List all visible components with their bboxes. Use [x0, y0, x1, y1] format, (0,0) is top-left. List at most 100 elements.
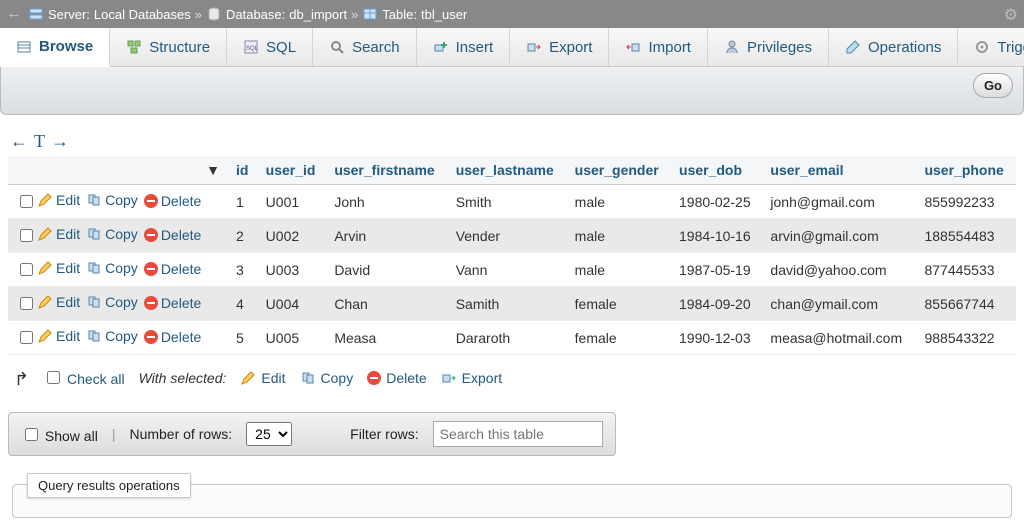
col-user-firstname[interactable]: user_firstname — [326, 156, 447, 185]
copy-icon — [86, 192, 102, 208]
row-actions: Edit Copy Delete — [8, 321, 228, 355]
table-row: EditCopyDelete4U004ChanSamithfemale1984-… — [8, 287, 1016, 321]
cell-lastname: Vann — [448, 253, 567, 287]
check-all[interactable]: Check all — [43, 368, 124, 387]
row-checkbox[interactable] — [20, 229, 33, 242]
row-actions: Edit Copy Delete — [8, 253, 228, 287]
breadcrumb-server[interactable]: Server: Local Databases — [28, 6, 191, 22]
cell-gender: male — [567, 219, 671, 253]
rows-select[interactable]: 25 — [246, 422, 292, 446]
cell-user-id: U002 — [258, 219, 327, 253]
up-arrow-icon: ↳ — [14, 367, 29, 388]
search-icon — [329, 39, 345, 55]
copy-link[interactable]: Copy — [86, 192, 138, 208]
go-button[interactable]: Go — [973, 73, 1013, 98]
text-cursor-icon[interactable]: T — [34, 131, 45, 152]
cell-email: measa@hotmail.com — [762, 321, 916, 355]
tab-structure[interactable]: Structure — [110, 28, 227, 66]
sort-caret-icon[interactable]: ▼ — [206, 162, 220, 178]
breadcrumb-database[interactable]: Database: db_import — [206, 6, 347, 22]
tab-sql[interactable]: SQL SQL — [227, 28, 313, 66]
row-checkbox[interactable] — [20, 263, 33, 276]
tab-export[interactable]: Export — [510, 28, 609, 66]
delete-label: Delete — [161, 227, 201, 243]
delete-link[interactable]: Delete — [144, 193, 201, 209]
breadcrumb-table-label: Table: — [382, 7, 417, 22]
edit-link[interactable]: Edit — [37, 294, 80, 310]
edit-link[interactable]: Edit — [37, 260, 80, 276]
tab-insert[interactable]: Insert — [417, 28, 511, 66]
bulk-delete[interactable]: Delete — [367, 370, 426, 386]
pencil-icon — [37, 294, 53, 310]
show-all-checkbox[interactable] — [25, 428, 38, 441]
copy-link[interactable]: Copy — [86, 260, 138, 276]
copy-link[interactable]: Copy — [86, 294, 138, 310]
gear-icon[interactable]: ⚙ — [1004, 5, 1018, 25]
delete-link[interactable]: Delete — [144, 227, 201, 243]
row-checkbox[interactable] — [20, 297, 33, 310]
edit-link[interactable]: Edit — [37, 192, 80, 208]
breadcrumb-server-label: Server: — [48, 7, 90, 22]
edit-link[interactable]: Edit — [37, 328, 80, 344]
copy-icon — [300, 370, 316, 386]
tab-privileges[interactable]: Privileges — [708, 28, 829, 66]
tab-triggers[interactable]: Triggers — [958, 28, 1024, 66]
cell-phone: 855992233 — [916, 185, 1016, 219]
col-user-lastname[interactable]: user_lastname — [448, 156, 567, 185]
bulk-copy[interactable]: Copy — [300, 370, 354, 386]
copy-label: Copy — [105, 226, 138, 242]
delete-link[interactable]: Delete — [144, 329, 201, 345]
tab-operations[interactable]: Operations — [829, 28, 958, 66]
breadcrumb-table[interactable]: Table: tbl_user — [362, 6, 467, 22]
copy-link[interactable]: Copy — [86, 226, 138, 242]
sql-icon: SQL — [243, 39, 259, 55]
table-row: EditCopyDelete1U001JonhSmithmale1980-02-… — [8, 185, 1016, 219]
structure-icon — [126, 39, 142, 55]
tab-browse-label: Browse — [39, 38, 93, 55]
col-user-phone[interactable]: user_phone — [916, 156, 1016, 185]
delete-link[interactable]: Delete — [144, 261, 201, 277]
col-user-email[interactable]: user_email — [762, 156, 916, 185]
cell-phone: 877445533 — [916, 253, 1016, 287]
cell-email: jonh@gmail.com — [762, 185, 916, 219]
breadcrumb-database-label: Database: — [226, 7, 285, 22]
show-all[interactable]: Show all — [21, 425, 98, 444]
cell-dob: 1990-12-03 — [671, 321, 762, 355]
col-user-gender[interactable]: user_gender — [567, 156, 671, 185]
col-user-id[interactable]: user_id — [258, 156, 327, 185]
tabs: Browse Structure SQL SQL Search Insert E… — [0, 28, 1024, 67]
col-id[interactable]: id — [228, 156, 258, 185]
pencil-icon — [240, 370, 256, 386]
copy-label: Copy — [105, 294, 138, 310]
tab-import[interactable]: Import — [609, 28, 708, 66]
sql-result-header: Go — [0, 67, 1024, 115]
row-actions: Edit Copy Delete — [8, 185, 228, 219]
qro-legend: Query results operations — [27, 473, 191, 498]
edit-link[interactable]: Edit — [37, 226, 80, 242]
cell-phone: 855667744 — [916, 287, 1016, 321]
query-results-operations: Query results operations — [12, 484, 1012, 518]
tab-search[interactable]: Search — [313, 28, 417, 66]
cell-gender: male — [567, 253, 671, 287]
move-left-icon[interactable]: ← — [10, 131, 28, 152]
back-arrow-icon[interactable]: ← — [6, 5, 22, 23]
check-all-checkbox[interactable] — [47, 371, 60, 384]
row-checkbox[interactable] — [20, 195, 33, 208]
edit-label: Edit — [56, 226, 80, 242]
bulk-export[interactable]: Export — [441, 370, 502, 386]
move-right-icon[interactable]: → — [51, 131, 69, 152]
filter-input[interactable] — [433, 421, 603, 447]
check-all-label[interactable]: Check all — [67, 371, 125, 387]
bulk-edit[interactable]: Edit — [240, 370, 285, 386]
cell-lastname: Smith — [448, 185, 567, 219]
row-checkbox[interactable] — [20, 331, 33, 344]
cell-email: arvin@gmail.com — [762, 219, 916, 253]
delete-icon — [144, 330, 158, 344]
copy-link[interactable]: Copy — [86, 328, 138, 344]
col-user-dob[interactable]: user_dob — [671, 156, 762, 185]
tab-browse[interactable]: Browse — [0, 28, 110, 67]
delete-icon — [144, 262, 158, 276]
delete-link[interactable]: Delete — [144, 295, 201, 311]
delete-icon — [144, 194, 158, 208]
triggers-icon — [974, 39, 990, 55]
